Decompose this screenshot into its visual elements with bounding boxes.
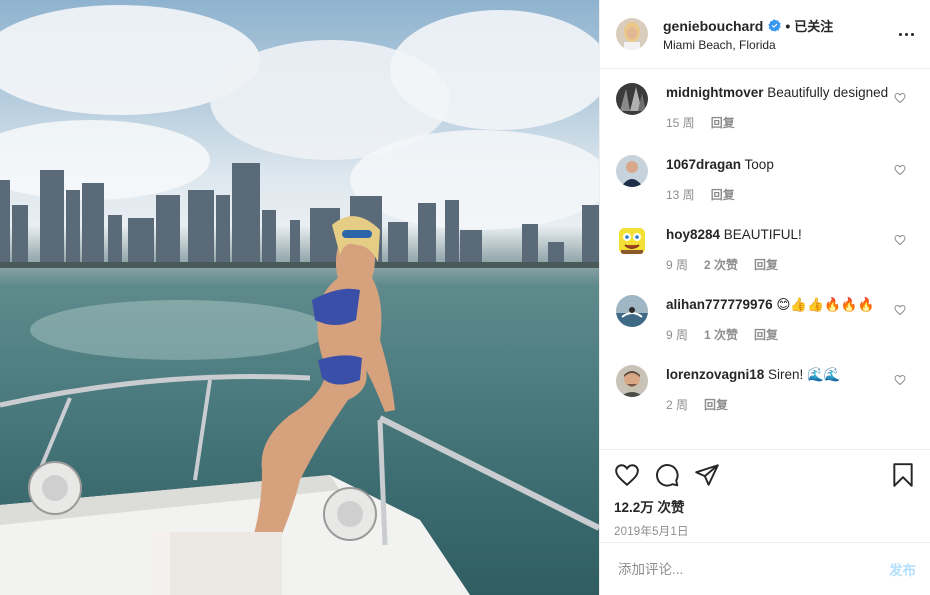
commenter-avatar[interactable] xyxy=(616,225,648,257)
commenter-avatar[interactable] xyxy=(616,83,648,115)
more-options-icon[interactable] xyxy=(896,24,916,44)
reply-button[interactable]: 回复 xyxy=(711,114,735,132)
comment-text: 😊👍👍🔥🔥🔥 xyxy=(772,297,875,312)
comment-time[interactable]: 15 周 xyxy=(666,114,695,132)
share-icon[interactable] xyxy=(694,462,720,488)
bookmark-icon[interactable] xyxy=(890,462,916,488)
comment-item: alihan777779976 😊👍👍🔥🔥🔥 9 周 1 次赞 回复 xyxy=(616,295,914,365)
comment-time[interactable]: 9 周 xyxy=(666,256,688,274)
commenter-avatar-image xyxy=(616,155,648,187)
reply-button[interactable]: 回复 xyxy=(754,256,778,274)
comment-item: lorenzovagni18 Siren! 🌊🌊 2 周 回复 xyxy=(616,365,914,427)
commenter-avatar-image xyxy=(616,225,648,257)
comment-like-heart-icon[interactable] xyxy=(894,374,906,386)
reply-button[interactable]: 回复 xyxy=(754,326,778,344)
comment-username[interactable]: hoy8284 xyxy=(666,227,720,242)
commenter-avatar-image xyxy=(616,365,648,397)
comment-username[interactable]: 1067dragan xyxy=(666,157,741,172)
comment-username[interactable]: alihan777779976 xyxy=(666,297,773,312)
comment-likes-count[interactable]: 1 次赞 xyxy=(704,326,738,344)
comment-time[interactable]: 9 周 xyxy=(666,326,688,344)
reply-button[interactable]: 回复 xyxy=(711,186,735,204)
commenter-avatar[interactable] xyxy=(616,365,648,397)
comment-time[interactable]: 13 周 xyxy=(666,186,695,204)
instagram-post-modal: geniebouchard • 已关注 Miami Beach, Florida xyxy=(0,0,930,595)
post-actions: 12.2万 次赞 2019年5月1日 xyxy=(600,449,930,542)
comment-icon[interactable] xyxy=(654,462,680,488)
photo-illustration xyxy=(0,5,599,595)
comment-input[interactable] xyxy=(616,560,889,578)
comment-like-heart-icon[interactable] xyxy=(894,92,906,104)
commenter-avatar-image xyxy=(616,295,648,327)
comment-text: Siren! 🌊🌊 xyxy=(764,367,841,382)
author-username[interactable]: geniebouchard xyxy=(663,18,763,34)
commenter-avatar[interactable] xyxy=(616,295,648,327)
comment-text: BEAUTIFUL! xyxy=(720,227,802,242)
post-header: geniebouchard • 已关注 Miami Beach, Florida xyxy=(600,0,930,69)
author-avatar-image xyxy=(616,18,648,50)
post-comment-button[interactable]: 发布 xyxy=(889,559,916,579)
comment-text: Beautifully designed xyxy=(763,85,889,100)
comments-list: midnightmover Beautifully designed 15 周 … xyxy=(600,69,930,449)
follow-state-button[interactable]: 已关注 xyxy=(794,16,833,35)
commenter-avatar[interactable] xyxy=(616,155,648,187)
comment-like-heart-icon[interactable] xyxy=(894,304,906,316)
post-location[interactable]: Miami Beach, Florida xyxy=(663,38,896,52)
comment-like-heart-icon[interactable] xyxy=(894,234,906,246)
comment-item: 1067dragan Toop 13 周 回复 xyxy=(616,155,914,225)
verified-icon xyxy=(768,19,782,32)
comment-item: hoy8284 BEAUTIFUL! 9 周 2 次赞 回复 xyxy=(616,225,914,295)
heart-icon[interactable] xyxy=(614,462,640,488)
separator-dot: • xyxy=(785,17,791,34)
post-photo[interactable] xyxy=(0,0,599,595)
commenter-avatar-image xyxy=(616,83,648,115)
comment-like-heart-icon[interactable] xyxy=(894,164,906,176)
author-avatar[interactable] xyxy=(616,18,648,50)
post-side-panel: geniebouchard • 已关注 Miami Beach, Florida xyxy=(599,0,930,595)
likes-count[interactable]: 12.2万 次赞 xyxy=(614,496,916,516)
comment-item: midnightmover Beautifully designed 15 周 … xyxy=(616,83,914,155)
add-comment-bar: 发布 xyxy=(600,542,930,595)
comment-text: Toop xyxy=(741,157,774,172)
comment-username[interactable]: lorenzovagni18 xyxy=(666,367,764,382)
comment-likes-count[interactable]: 2 次赞 xyxy=(704,256,738,274)
reply-button[interactable]: 回复 xyxy=(704,396,728,414)
post-date[interactable]: 2019年5月1日 xyxy=(614,523,916,539)
comment-username[interactable]: midnightmover xyxy=(666,85,764,100)
comment-time[interactable]: 2 周 xyxy=(666,396,688,414)
